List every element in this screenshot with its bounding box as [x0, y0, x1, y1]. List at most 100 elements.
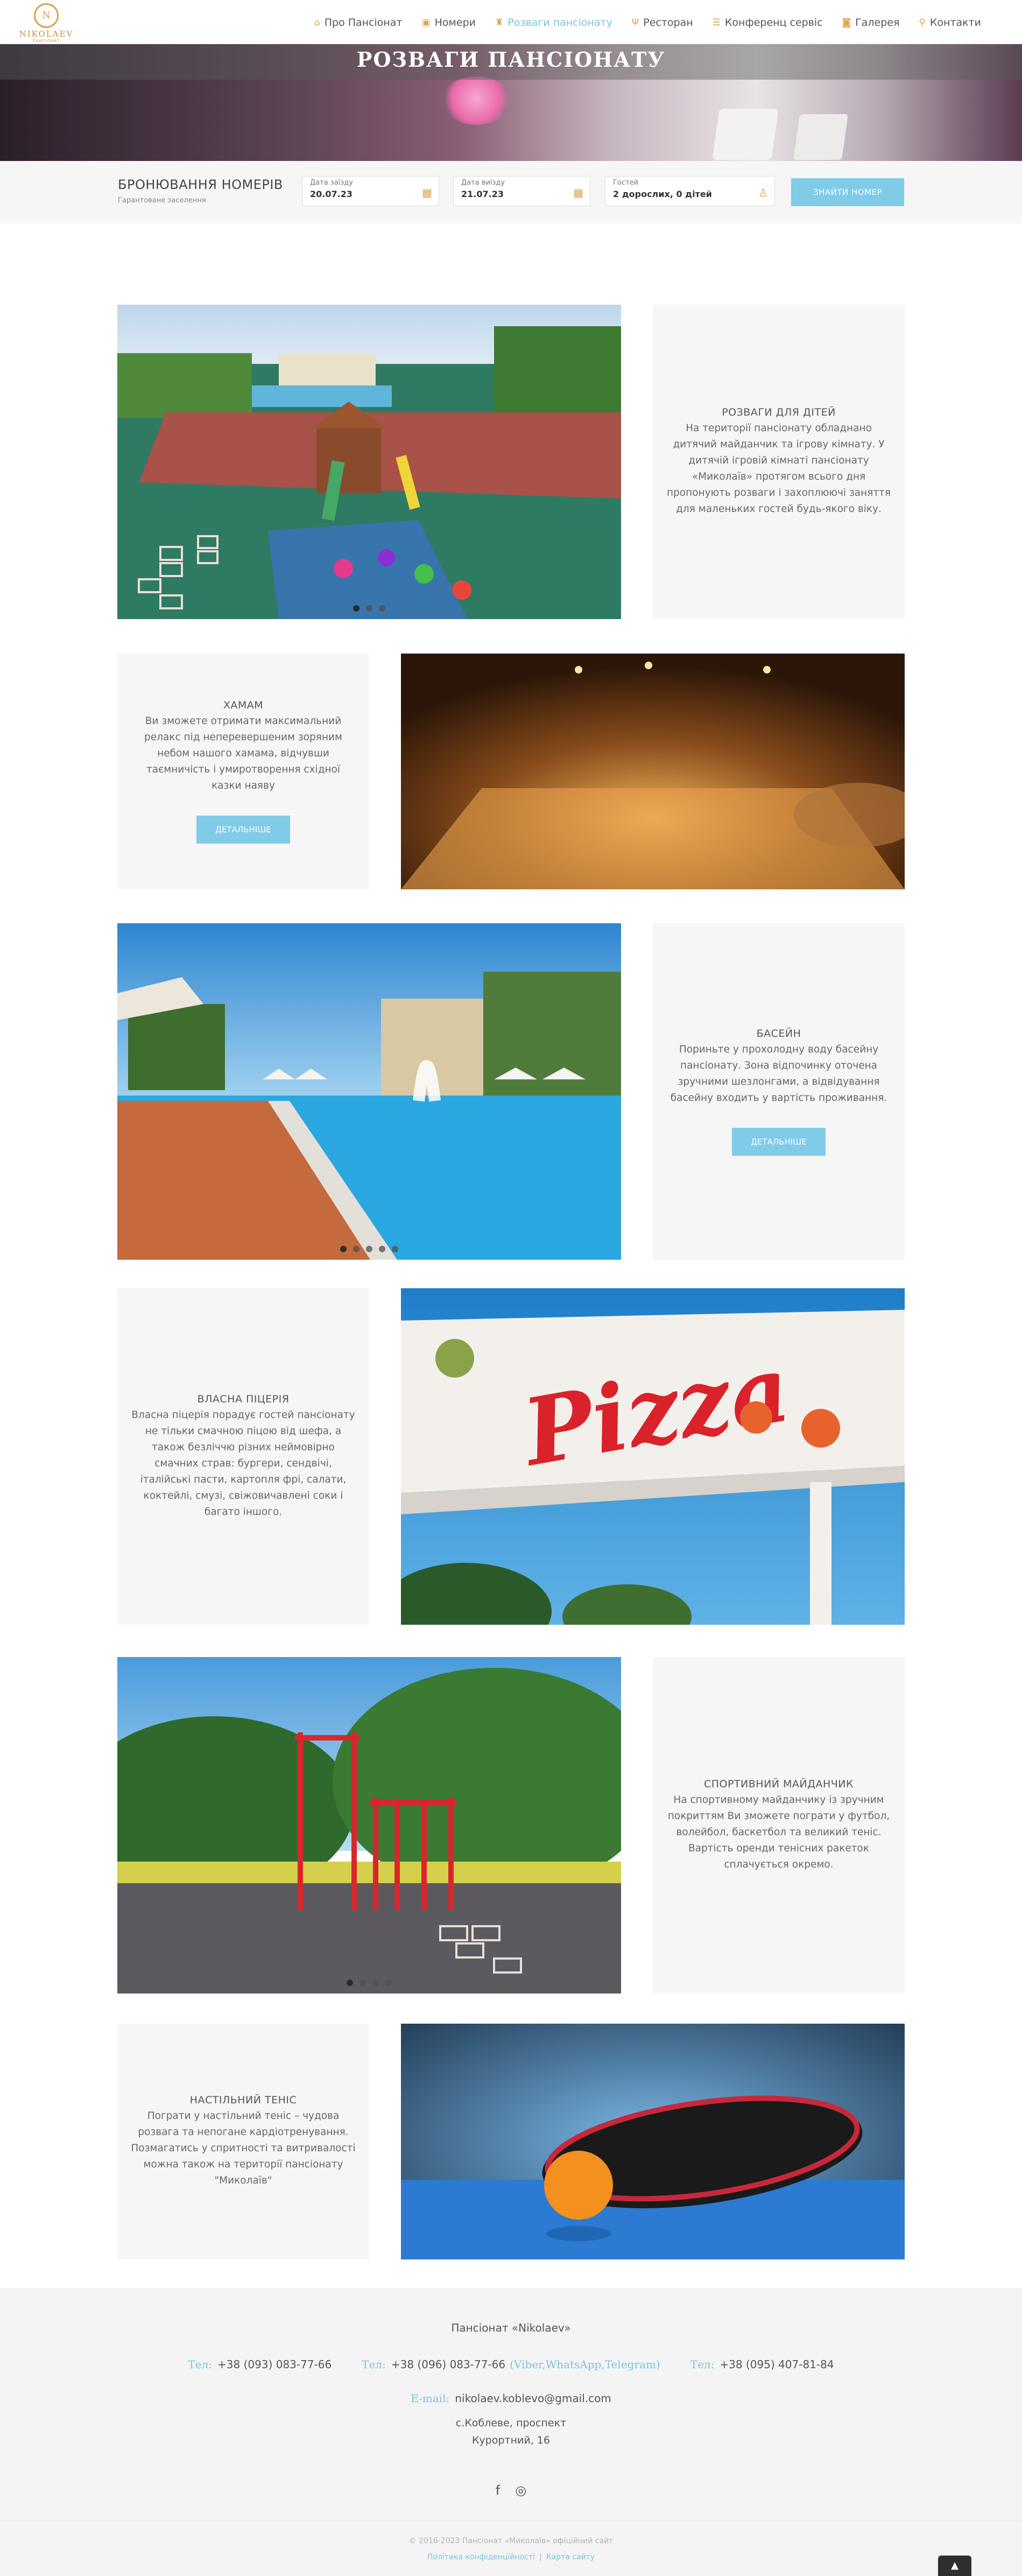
pizzeria-image: Pizza — [401, 1288, 905, 1625]
carousel-dot[interactable] — [379, 1246, 385, 1252]
carousel-dot[interactable] — [366, 605, 372, 612]
nav-label: Про Пансіонат — [324, 17, 403, 29]
guests-label: Гостей — [613, 179, 639, 187]
pool-image — [117, 923, 621, 1260]
phone-3[interactable]: Тел: +38 (095) 407-81-84 — [690, 2358, 834, 2371]
hero-decor — [793, 114, 848, 160]
phone-2[interactable]: Тел: +38 (096) 083-77-66 (Viber,WhatsApp,T… — [362, 2358, 660, 2371]
table-tennis-card: НАСТІЛЬНИЙ ТЕНІС Пограти у настільний те… — [117, 2024, 369, 2259]
camera-icon: ◙ — [842, 17, 851, 28]
nav-item-rooms[interactable]: ▣ Номери — [412, 15, 485, 31]
guests-field[interactable]: Гостей 2 дорослих, 0 дітей ♙ — [605, 176, 775, 206]
sports-ground-photo — [117, 1657, 621, 1994]
home-icon: ⌂ — [314, 17, 320, 28]
logo-name: NIKOLAEV — [19, 29, 74, 39]
checkin-value: 20.07.23 — [310, 189, 353, 199]
booking-subtitle: Гарантоване заселення — [118, 196, 206, 205]
carousel-dot[interactable] — [340, 1246, 347, 1252]
nav-item-entertainment[interactable]: ♜ Розваги пансіонату — [485, 15, 622, 31]
checkin-field[interactable]: Дата заїзду 20.07.23 ▦ — [302, 176, 439, 206]
logo-mark: N — [34, 3, 59, 28]
sports-ground-image — [117, 1657, 621, 1994]
pool-details-button[interactable]: ДЕТАЛЬНІШЕ — [732, 1127, 826, 1156]
pool-title: БАСЕЙН — [756, 1027, 801, 1040]
sports-text: На спортивному майданчику із зручним пок… — [667, 1794, 890, 1870]
logo[interactable]: N NIKOLAEV ПАНСІОНАТ — [15, 3, 77, 43]
email-label: E-mail: — [411, 2392, 450, 2405]
hero-banner: РОЗВАГИ ПАНСІОНАТУ — [0, 44, 1022, 161]
email-address: nikolaev.koblevo@gmail.com — [455, 2392, 611, 2405]
carousel-dot[interactable] — [360, 1980, 366, 1986]
address-line-2: Курортний, 16 — [472, 2434, 550, 2446]
main-nav: ⌂ Про Пансіонат ▣ Номери ♜ Розваги пансіона… — [305, 15, 991, 31]
footer-links: Політика конфіденційності | Карта сайту — [0, 2553, 1022, 2561]
footer-company: Пансіонат «Nikolaev» — [451, 2321, 571, 2334]
phone-1[interactable]: Тел: +38 (093) 083-77-66 — [188, 2358, 332, 2371]
phone-label: Тел: — [362, 2358, 386, 2371]
hammam-details-button[interactable]: ДЕТАЛЬНІШЕ — [196, 816, 290, 844]
footer-phones: Тел: +38 (093) 083-77-66 Тел: +38 (096) 08… — [0, 2358, 1022, 2371]
checkout-field[interactable]: Дата виїзду 21.07.23 ▦ — [453, 176, 590, 206]
copyright: © 2016-2023 Пансіонат «Миколаїв» офіційн… — [408, 2537, 614, 2545]
carousel-dot[interactable] — [392, 1246, 398, 1252]
carousel-dots — [117, 1980, 621, 1986]
page: N NIKOLAEV ПАНСІОНАТ ⌂ Про Пансіонат ▣ Ном… — [0, 0, 1022, 2576]
nav-label: Розваги пансіонату — [508, 17, 612, 29]
footer-email[interactable]: E-mail: nikolaev.koblevo@gmail.com — [0, 2392, 1022, 2405]
nav-label: Конференц сервіс — [724, 17, 823, 29]
footer-address: с.Коблеве, проспект Курортний, 16 — [0, 2414, 1022, 2449]
kids-card: РОЗВАГИ ДЛЯ ДІТЕЙ На території пансіонат… — [653, 305, 905, 619]
pizzeria-card: ВЛАСНА ПІЦЕРІЯ Власна піцерія порадує го… — [117, 1288, 369, 1625]
carousel-dot[interactable] — [385, 1980, 392, 1986]
messenger-note: (Viber,WhatsApp,Telegram) — [510, 2358, 660, 2371]
nav-item-conference[interactable]: ☰ Конференц сервіс — [703, 15, 833, 31]
scroll-to-top-button[interactable]: ▲ — [938, 2556, 971, 2576]
hammam-card: ХАМАМ Ви зможете отримати максимальний р… — [117, 654, 369, 889]
pool-photo — [117, 923, 621, 1260]
site-header: N NIKOLAEV ПАНСІОНАТ ⌂ Про Пансіонат ▣ Ном… — [0, 0, 1022, 44]
find-room-button[interactable]: ЗНАЙТИ НОМЕР — [791, 178, 904, 206]
carousel-dot[interactable] — [353, 1246, 360, 1252]
instagram-icon[interactable]: ◎ — [515, 2483, 526, 2498]
nav-item-about[interactable]: ⌂ Про Пансіонат — [305, 15, 412, 31]
kids-playground-photo — [117, 305, 621, 619]
sports-card: СПОРТИВНИЙ МАЙДАНЧИК На спортивному майд… — [653, 1657, 905, 1994]
fork-knife-icon: Ψ — [631, 17, 639, 28]
kids-title: РОЗВАГИ ДЛЯ ДІТЕЙ — [722, 406, 836, 418]
nav-label: Галерея — [855, 17, 900, 29]
carousel-dot[interactable] — [366, 1246, 372, 1252]
pizzeria-title: ВЛАСНА ПІЦЕРІЯ — [197, 1393, 290, 1405]
nav-item-gallery[interactable]: ◙ Галерея — [833, 15, 910, 31]
carousel-dots — [117, 605, 621, 612]
sports-title: СПОРТИВНИЙ МАЙДАНЧИК — [703, 1778, 854, 1790]
table-tennis-photo — [401, 2024, 905, 2259]
carousel-dot[interactable] — [347, 1980, 353, 1986]
user-icon: ♙ — [758, 186, 768, 199]
table-tennis-title: НАСТІЛЬНИЙ ТЕНІС — [189, 2094, 297, 2106]
sitemap-link[interactable]: Карта сайту — [546, 2553, 595, 2561]
guests-value: 2 дорослих, 0 дітей — [613, 189, 712, 199]
nav-item-restaurant[interactable]: Ψ Ресторан — [622, 15, 703, 31]
phone-label: Тел: — [690, 2358, 715, 2371]
carousel-dot[interactable] — [353, 605, 360, 612]
pizzeria-text: Власна піцерія порадує гостей пансіонату… — [131, 1409, 355, 1518]
trophy-icon: ♜ — [495, 17, 504, 28]
carousel-dot[interactable] — [372, 1980, 379, 1986]
privacy-link[interactable]: Політика конфіденційності — [427, 2553, 535, 2561]
facebook-icon[interactable]: f — [496, 2483, 500, 2498]
pizzeria-photo: Pizza — [401, 1288, 905, 1625]
calendar-icon: ▦ — [573, 186, 583, 199]
booking-title: БРОНЮВАННЯ НОМЕРІВ — [118, 177, 283, 192]
pool-text: Пориньте у прохолодну воду басейну пансі… — [670, 1043, 887, 1104]
phone-number: +38 (096) 083-77-66 — [391, 2358, 506, 2371]
hero-decor — [712, 109, 779, 160]
map-marker-icon: ⚲ — [919, 17, 926, 28]
site-footer: Пансіонат «Nikolaev» Тел: +38 (093) 083-7… — [0, 2288, 1022, 2576]
booking-bar: БРОНЮВАННЯ НОМЕРІВ Гарантоване заселення… — [0, 161, 1022, 223]
hammam-image — [401, 654, 905, 889]
calendar-icon: ▦ — [422, 186, 432, 199]
carousel-dot[interactable] — [379, 605, 385, 612]
kids-playground-image — [117, 305, 621, 619]
kids-text: На території пансіонату обладнано дитячи… — [666, 423, 891, 515]
nav-item-contacts[interactable]: ⚲ Контакти — [909, 15, 991, 31]
